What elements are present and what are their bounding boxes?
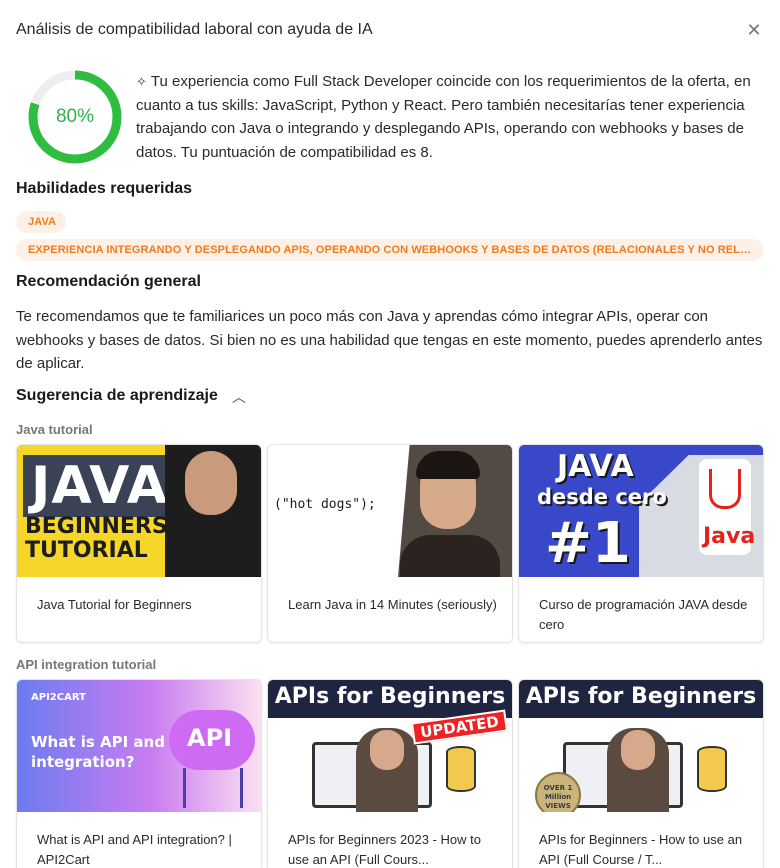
video-title: APIs for Beginners - How to use an API (… xyxy=(539,832,743,867)
video-card[interactable]: APIs for Beginners UPDATED APIs for Begi… xyxy=(267,679,513,868)
chevron-up-icon: ︿ xyxy=(231,389,246,405)
thumbnail-code: ("hot dogs"); xyxy=(274,497,376,512)
thumbnail-text: APIs for Beginners xyxy=(274,684,506,709)
database-icon xyxy=(446,746,476,792)
recommendation-text: Te recomendamos que te familiarices un p… xyxy=(16,308,763,372)
java-logo: Java xyxy=(699,459,755,555)
thumbnail-brand: API2CART xyxy=(31,692,86,703)
video-card[interactable]: Java JAVA desde cero #1 Curso de program… xyxy=(518,444,764,643)
skill-chip-label: EXPERIENCIA INTEGRANDO Y DESPLEGANDO API… xyxy=(28,244,752,256)
video-card[interactable]: API2CART What is API and API integration… xyxy=(16,679,262,868)
thumbnail-text: #1 xyxy=(545,511,631,576)
thumbnail-text: desde cero xyxy=(537,485,667,509)
sparkle-icon: ✧ xyxy=(136,74,147,89)
video-card[interactable]: JAVA BEGINNERS TUTORIAL Java Tutorial for… xyxy=(16,444,262,643)
video-title: What is API and API integration? | API2C… xyxy=(37,832,232,867)
thumb-line: BEGINNERS xyxy=(25,514,168,539)
presenter-face xyxy=(185,451,237,515)
thumb-line: TUTORIAL xyxy=(25,538,148,563)
skill-chip-apis: EXPERIENCIA INTEGRANDO Y DESPLEGANDO API… xyxy=(16,239,764,261)
learning-suggestion-title: Sugerencia de aprendizaje xyxy=(16,387,218,404)
compatibility-score-ring: 80% xyxy=(26,68,124,166)
circuit-lines xyxy=(183,768,243,808)
cloud-label: API xyxy=(187,724,233,752)
group-label-api: API integration tutorial xyxy=(16,657,157,672)
ai-summary: ✧ Tu experiencia como Full Stack Develope… xyxy=(136,70,752,164)
thumbnail-text: JAVA xyxy=(557,449,634,484)
ai-summary-text: Tu experiencia como Full Stack Developer… xyxy=(136,73,751,161)
skill-chip-label: JAVA xyxy=(28,216,57,228)
video-title: Curso de programación JAVA desde cero xyxy=(539,597,748,632)
video-title: APIs for Beginners 2023 - How to use an … xyxy=(288,832,481,867)
learning-suggestion-toggle[interactable]: Sugerencia de aprendizaje ︿ xyxy=(16,386,246,406)
recommendation-title: Recomendación general xyxy=(16,273,201,290)
compatibility-dialog: Análisis de compatibilidad laboral con a… xyxy=(0,0,780,868)
score-label: 80% xyxy=(55,106,95,127)
logo-text: Java xyxy=(703,524,756,549)
video-title: Learn Java in 14 Minutes (seriously) xyxy=(288,597,497,612)
close-icon[interactable]: ✕ xyxy=(744,20,764,40)
views-badge: OVER 1 Million VIEWS xyxy=(535,772,581,812)
dialog-title: Análisis de compatibilidad laboral con a… xyxy=(16,21,373,38)
database-icon xyxy=(697,746,727,792)
video-thumbnail: Java JAVA desde cero #1 xyxy=(519,445,763,577)
video-thumbnail: API2CART What is API and API integration… xyxy=(17,680,261,812)
coffee-cup-icon xyxy=(709,469,741,509)
thumbnail-text: APIs for Beginners xyxy=(525,684,757,709)
required-skills-title: Habilidades requeridas xyxy=(16,180,193,197)
presenter-image xyxy=(356,728,418,812)
video-thumbnail: JAVA BEGINNERS TUTORIAL xyxy=(17,445,261,577)
video-title: Java Tutorial for Beginners xyxy=(37,597,192,612)
group-label-java: Java tutorial xyxy=(16,422,93,437)
presenter-image xyxy=(400,535,500,577)
cloud-icon: API xyxy=(169,710,255,770)
video-card[interactable]: ("hot dogs"); Learn Java in 14 Minutes (… xyxy=(267,444,513,643)
video-thumbnail: APIs for Beginners UPDATED xyxy=(268,680,512,812)
presenter-image xyxy=(607,728,669,812)
thumbnail-text: BEGINNERS TUTORIAL xyxy=(25,515,168,563)
skill-chip-java: JAVA xyxy=(16,211,66,233)
dialog-header: Análisis de compatibilidad laboral con a… xyxy=(16,18,764,42)
presenter-hair xyxy=(416,451,480,479)
video-card[interactable]: APIs for Beginners OVER 1 Million VIEWS … xyxy=(518,679,764,868)
video-thumbnail: ("hot dogs"); xyxy=(268,445,512,577)
video-thumbnail: APIs for Beginners OVER 1 Million VIEWS xyxy=(519,680,763,812)
